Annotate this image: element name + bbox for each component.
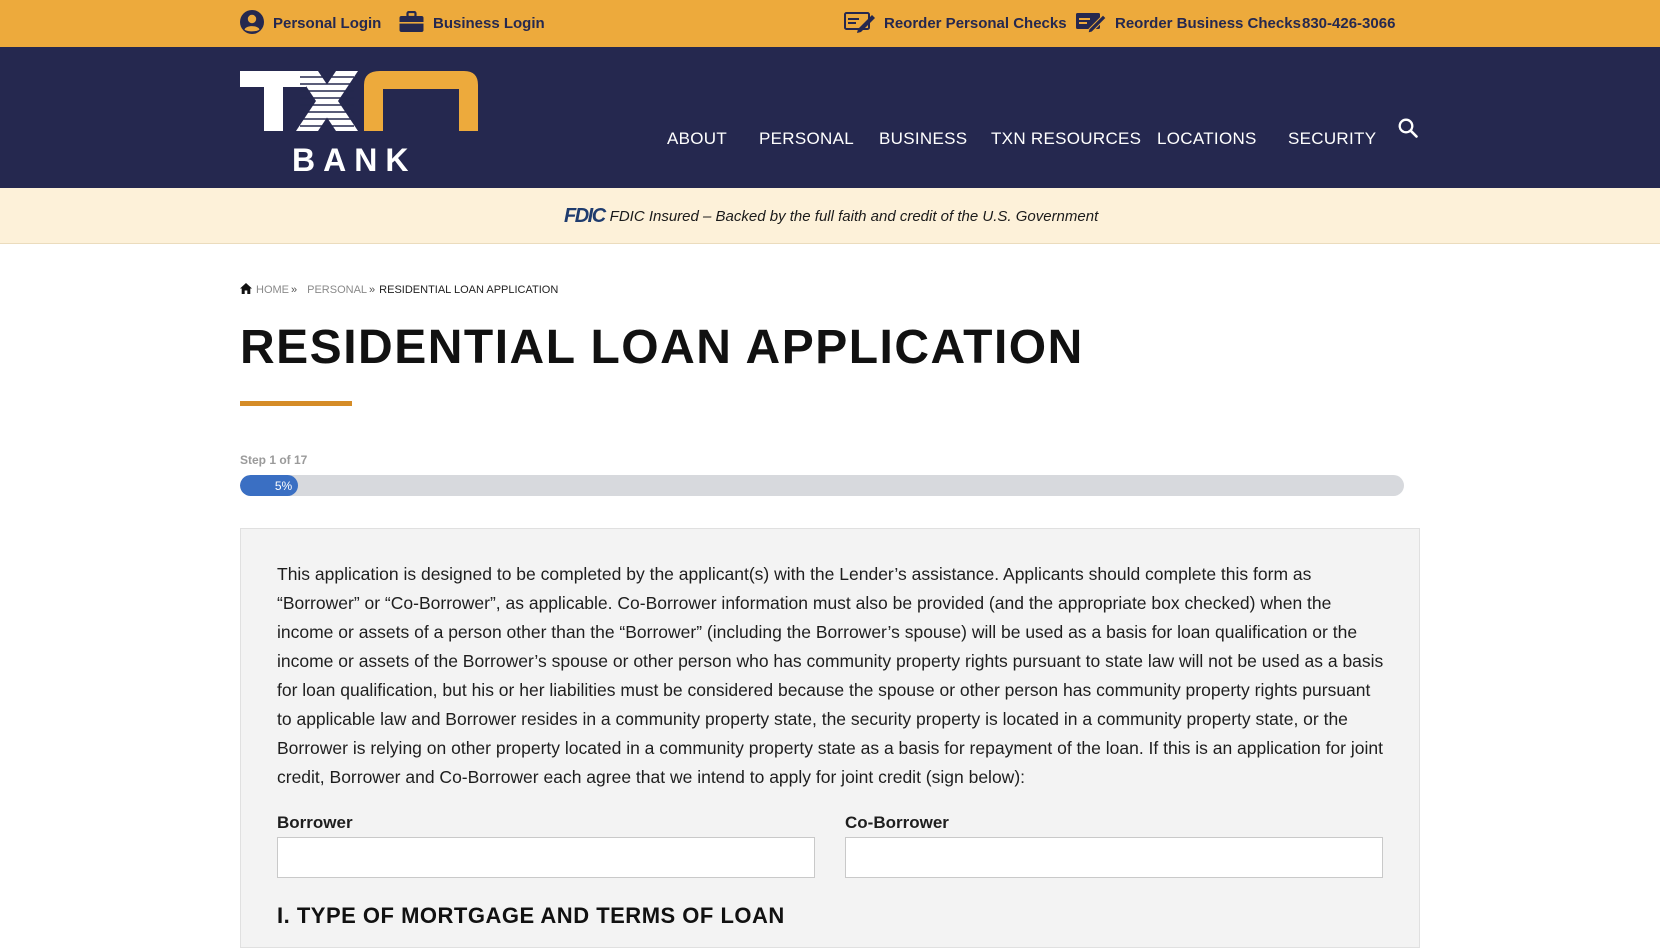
briefcase-icon bbox=[399, 10, 424, 37]
progress-percent: 5% bbox=[274, 478, 293, 493]
breadcrumb-current: RESIDENTIAL LOAN APPLICATION bbox=[379, 284, 559, 296]
title-underline bbox=[240, 401, 352, 406]
utility-bar: Personal Login Business Login Reorder Pe… bbox=[0, 0, 1660, 47]
business-login-label: Business Login bbox=[433, 15, 545, 32]
reorder-personal-checks-label: Reorder Personal Checks bbox=[884, 15, 1067, 32]
home-icon[interactable] bbox=[240, 283, 252, 297]
borrower-label: Borrower bbox=[277, 813, 353, 832]
fdic-statement: FDIC Insured – Backed by the full faith … bbox=[609, 207, 1099, 225]
nav-locations[interactable]: LOCATIONS bbox=[1157, 119, 1257, 159]
breadcrumb-separator: » bbox=[369, 284, 376, 296]
nav-security[interactable]: SECURITY bbox=[1288, 119, 1376, 159]
search-icon[interactable] bbox=[1398, 118, 1418, 143]
coborrower-label: Co-Borrower bbox=[845, 813, 949, 832]
borrower-input[interactable] bbox=[277, 837, 815, 878]
breadcrumb-personal[interactable]: PERSONAL bbox=[307, 284, 367, 296]
reorder-personal-checks-link[interactable]: Reorder Personal Checks bbox=[844, 0, 1067, 47]
coborrower-input[interactable] bbox=[845, 837, 1383, 878]
txn-bank-logo[interactable]: BANK bbox=[240, 71, 480, 178]
phone-link[interactable]: 830-426-3066 bbox=[1302, 0, 1395, 47]
progress-bar: 5% bbox=[240, 475, 1404, 496]
personal-login-link[interactable]: Personal Login bbox=[240, 0, 381, 47]
application-instructions: This application is designed to be compl… bbox=[277, 564, 1384, 787]
reorder-business-checks-link[interactable]: Reorder Business Checks bbox=[1075, 0, 1301, 47]
check-pen-icon bbox=[1075, 11, 1107, 37]
progress-fill: 5% bbox=[240, 475, 299, 496]
nav-personal[interactable]: PERSONAL bbox=[759, 119, 854, 159]
business-login-link[interactable]: Business Login bbox=[399, 0, 545, 47]
breadcrumb-home[interactable]: HOME bbox=[256, 284, 289, 296]
breadcrumb-separator: » bbox=[291, 284, 298, 296]
nav-about[interactable]: ABOUT bbox=[667, 119, 727, 159]
nav-business[interactable]: BUSINESS bbox=[879, 119, 967, 159]
personal-login-label: Personal Login bbox=[273, 15, 382, 32]
section-heading: I. TYPE OF MORTGAGE AND TERMS OF LOAN bbox=[277, 903, 785, 928]
breadcrumb: HOME » PERSONAL » RESIDENTIAL LOAN APPLI… bbox=[240, 282, 558, 298]
nav-txn-resources[interactable]: TXN RESOURCES bbox=[991, 119, 1141, 159]
fdic-logo: FDIC bbox=[564, 204, 606, 227]
check-pen-icon bbox=[844, 11, 875, 37]
reorder-business-checks-label: Reorder Business Checks bbox=[1115, 15, 1301, 32]
step-indicator: Step 1 of 17 bbox=[240, 453, 308, 467]
page-title: RESIDENTIAL LOAN APPLICATION bbox=[240, 321, 1084, 374]
fdic-banner: FDIC FDIC Insured – Backed by the full f… bbox=[0, 188, 1660, 244]
user-circle-icon bbox=[240, 9, 264, 38]
application-form: This application is designed to be compl… bbox=[240, 528, 1420, 948]
logo-bank-word: BANK bbox=[292, 142, 416, 173]
